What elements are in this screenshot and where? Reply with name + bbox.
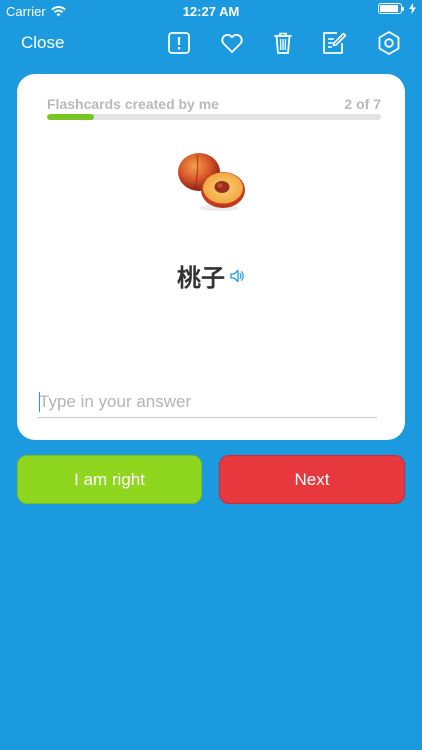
next-button[interactable]: Next (219, 455, 405, 504)
charging-bolt-icon (409, 3, 416, 14)
settings-icon[interactable] (376, 30, 402, 56)
progress-fill (47, 114, 94, 120)
flashcard: Flashcards created by me 2 of 7 桃子 (17, 74, 405, 440)
flashcard-word: 桃子 (177, 264, 225, 292)
peach-icon (178, 153, 245, 211)
progress-count: 2 of 7 (344, 96, 381, 112)
trash-icon[interactable] (270, 30, 296, 56)
answer-input[interactable] (37, 386, 377, 418)
status-bar: Carrier 12:27 AM (0, 0, 422, 22)
top-toolbar: Close (0, 26, 422, 62)
battery-icon (378, 3, 404, 14)
deck-label: Flashcards created by me (47, 96, 219, 112)
text-caret (39, 392, 40, 412)
status-time: 12:27 AM (182, 4, 240, 19)
report-icon[interactable] (166, 30, 192, 56)
word-row: 桃子 (17, 258, 405, 293)
edit-icon[interactable] (321, 30, 347, 56)
heart-icon[interactable] (219, 30, 245, 56)
i-am-right-button[interactable]: I am right (17, 455, 202, 504)
status-right (378, 3, 416, 14)
close-button[interactable]: Close (21, 33, 64, 53)
battery-fill (380, 5, 398, 12)
progress-bar (47, 114, 381, 120)
speaker-icon[interactable] (229, 268, 245, 284)
